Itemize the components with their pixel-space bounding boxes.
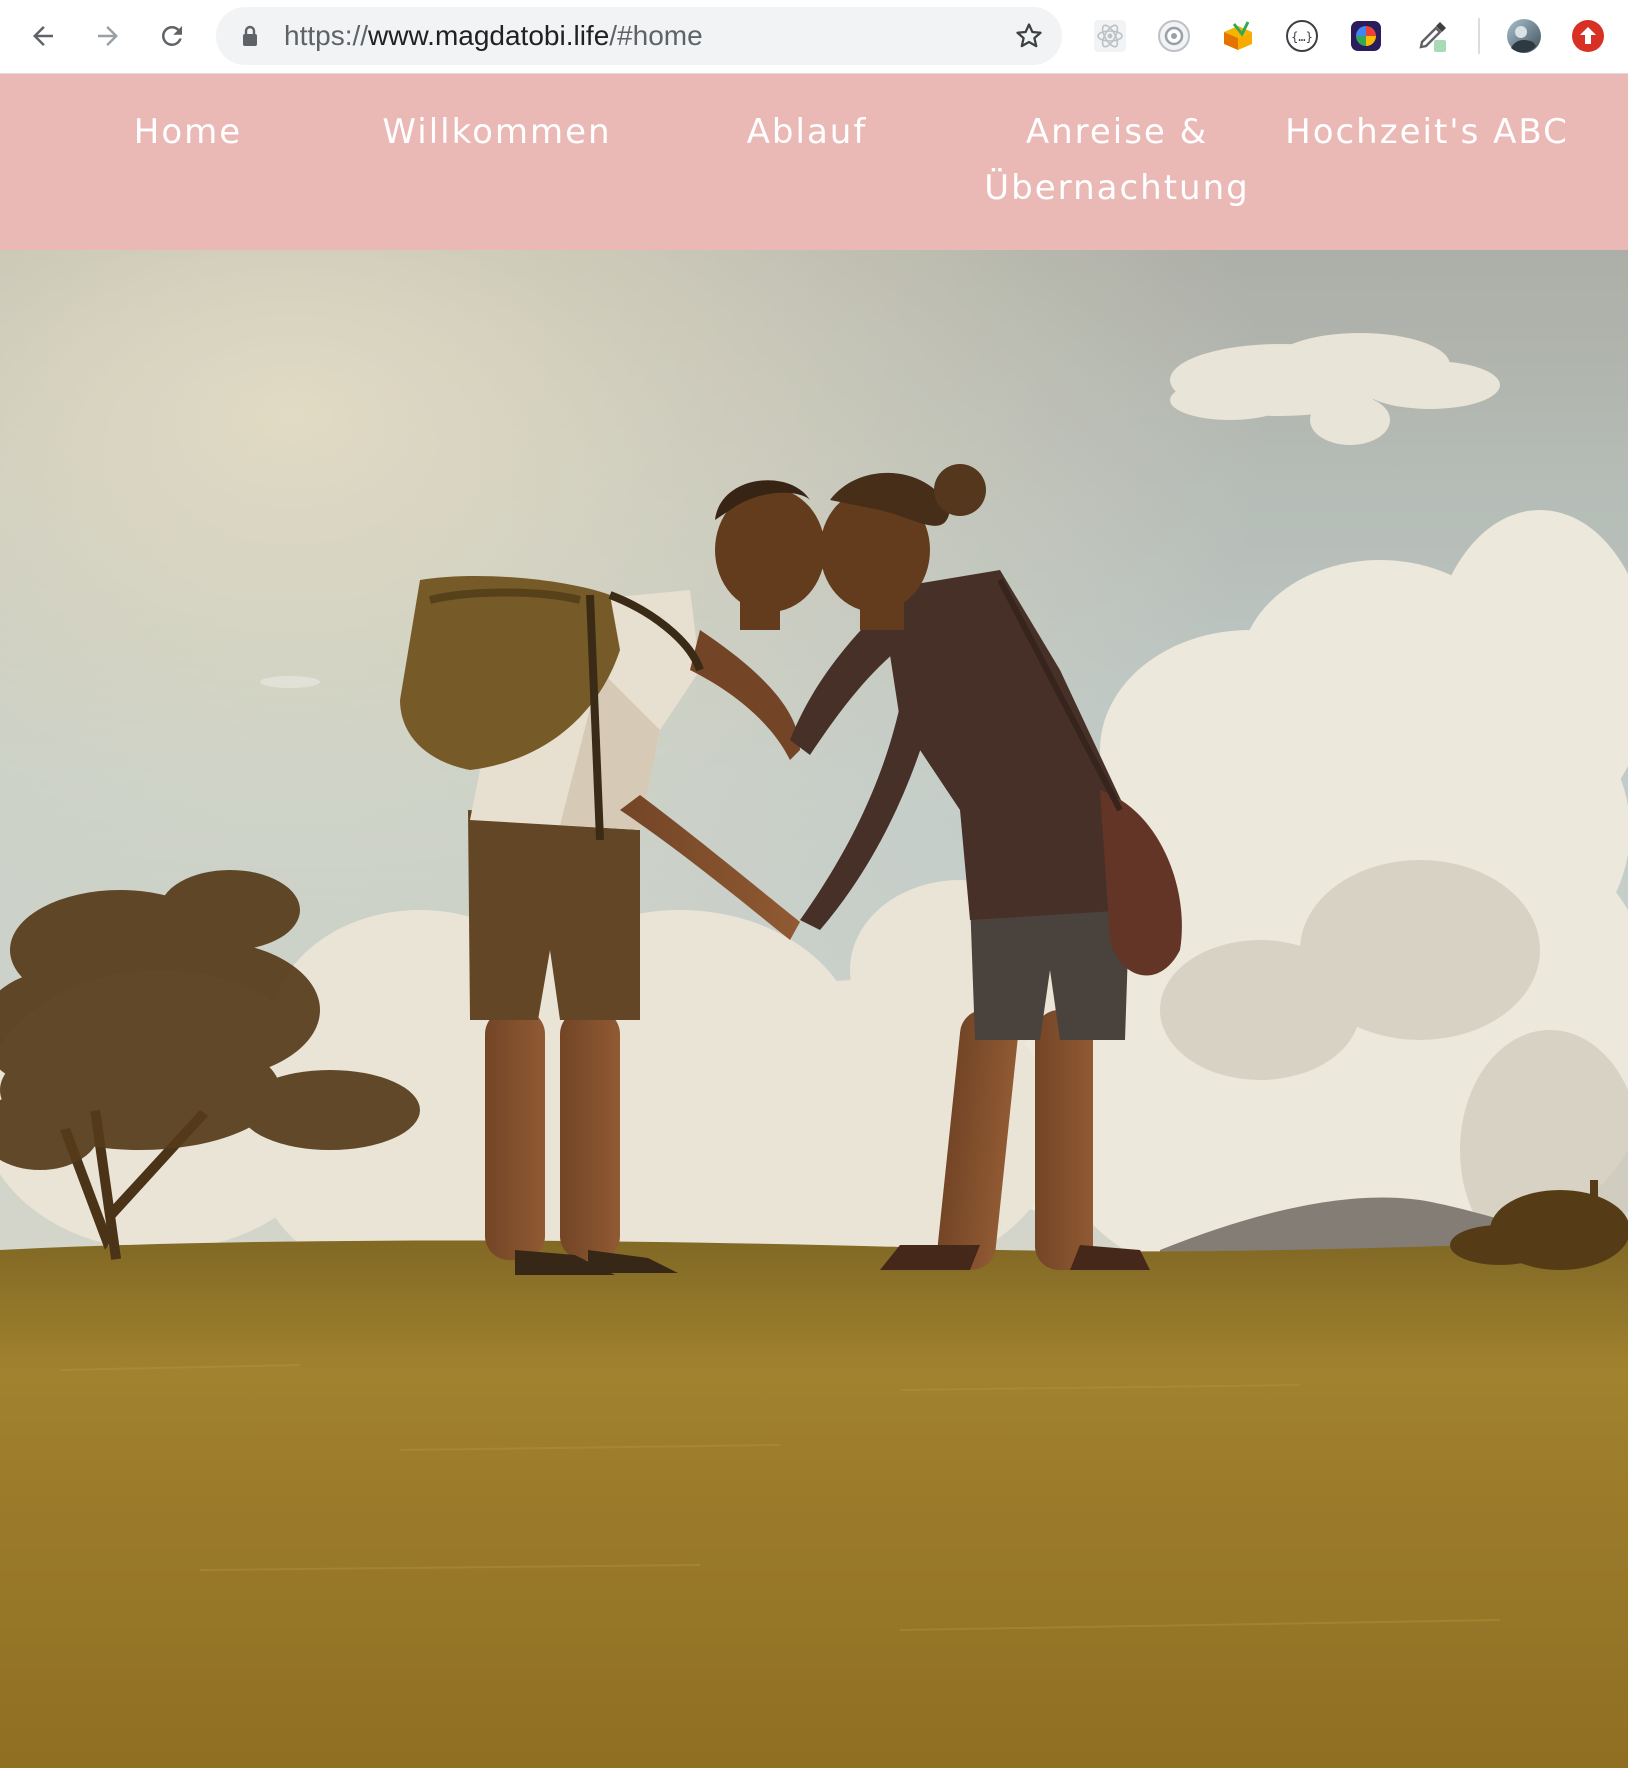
camera-extension-icon[interactable] — [1154, 16, 1194, 56]
reload-icon — [162, 26, 182, 46]
nav-item-willkommen[interactable]: Willkommen — [347, 104, 647, 160]
lock-icon — [243, 25, 257, 46]
hero-image — [0, 250, 1628, 1768]
svg-text:{…}: {…} — [1291, 30, 1313, 44]
url-scheme: https:// — [284, 20, 369, 51]
json-formatter-icon[interactable]: {…} — [1282, 16, 1322, 56]
react-devtools-icon[interactable] — [1090, 16, 1130, 56]
couple-kissing-photo — [0, 250, 1628, 1768]
toolbar-divider — [1478, 18, 1480, 54]
nav-item-hochzeits-abc[interactable]: Hochzeit's ABC — [1277, 104, 1577, 160]
back-button[interactable] — [21, 14, 65, 58]
eyedropper-icon[interactable] — [1412, 16, 1452, 56]
reload-button[interactable] — [150, 14, 194, 58]
nav-item-anreise-line2: Übernachtung — [984, 168, 1250, 208]
avatar[interactable] — [1504, 16, 1544, 56]
arrow-right-icon — [98, 26, 118, 46]
update-arrow-icon[interactable] — [1568, 16, 1608, 56]
nav-item-anreise[interactable]: Anreise & Übernachtung — [967, 104, 1267, 216]
nav-item-ablauf[interactable]: Ablauf — [657, 104, 957, 160]
colorful-extension-icon[interactable] — [1346, 16, 1386, 56]
nav-item-home[interactable]: Home — [38, 104, 338, 160]
browser-toolbar: https://www.magdatobi.life/#home {…} — [0, 0, 1628, 74]
arrow-left-icon — [33, 26, 53, 46]
url-path: /#home — [609, 20, 703, 51]
address-bar[interactable]: https://www.magdatobi.life/#home — [216, 7, 1062, 65]
box-extension-icon[interactable] — [1218, 16, 1258, 56]
url-host: www.magdatobi.life — [368, 20, 610, 51]
site-navigation: Home Willkommen Ablauf Anreise & Übernac… — [0, 74, 1628, 250]
url-text: https://www.magdatobi.life/#home — [284, 21, 703, 51]
forward-button[interactable] — [86, 14, 130, 58]
nav-item-anreise-line1: Anreise & — [1025, 112, 1209, 152]
star-icon[interactable] — [1014, 21, 1044, 51]
